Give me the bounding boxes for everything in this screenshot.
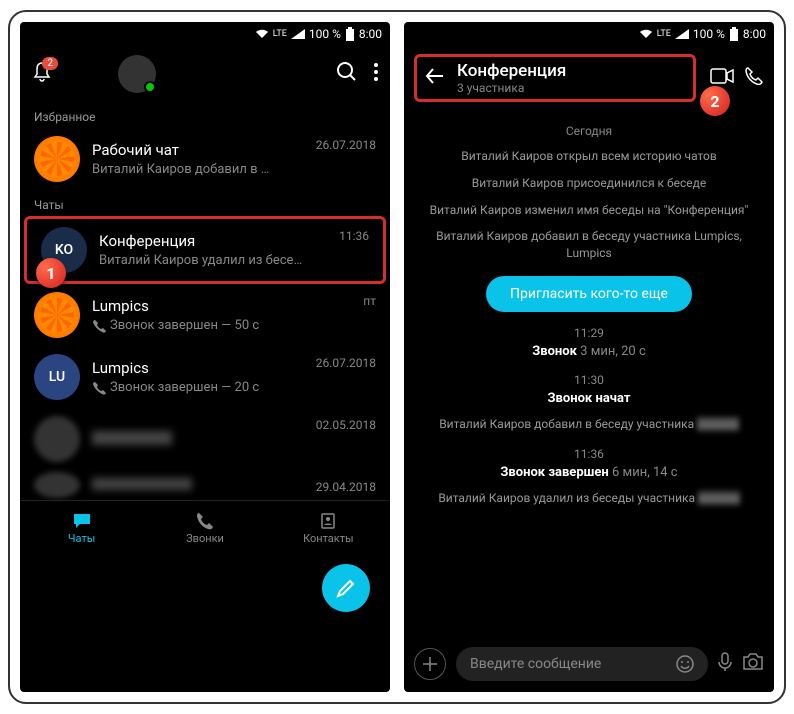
- event-time: 11:30: [420, 373, 758, 387]
- system-message: Виталий Каиров добавил в беседу участник…: [420, 228, 758, 262]
- pencil-icon: [335, 577, 357, 599]
- search-button[interactable]: [336, 61, 358, 87]
- chat-item[interactable]: LU LumpicsЗвонок завершен — 20 с 26.07.2…: [20, 346, 390, 408]
- profile-avatar[interactable]: [118, 55, 156, 93]
- chat-item[interactable]: 29.04.2018: [20, 470, 390, 500]
- camera-button[interactable]: [742, 653, 764, 675]
- event-time: 11:29: [420, 326, 758, 340]
- callout-badge-2: 2: [700, 86, 730, 116]
- conversation-screen: LTE 100 % 8:00 Конференция 3 участника 2…: [404, 22, 774, 692]
- chat-avatar: [34, 416, 80, 462]
- message-list[interactable]: Сегодня Виталий Каиров открыл всем истор…: [404, 110, 774, 636]
- voice-button[interactable]: [718, 652, 732, 676]
- battery-icon: [345, 27, 355, 41]
- audio-call-button[interactable]: [744, 66, 764, 90]
- arrow-left-icon: [425, 68, 445, 84]
- nav-calls[interactable]: Звонки: [143, 501, 266, 556]
- status-bar: LTE 100 % 8:00: [404, 22, 774, 46]
- phone-icon: [196, 512, 214, 530]
- section-favorites: Избранное: [20, 102, 390, 128]
- message-input[interactable]: Введите сообщение: [456, 647, 708, 681]
- more-icon: [374, 63, 378, 81]
- chat-avatar: [34, 472, 80, 498]
- nav-chats[interactable]: Чаты: [20, 501, 143, 556]
- chat-item[interactable]: 02.05.2018: [20, 408, 390, 470]
- system-message: Виталий Каиров открыл всем историю чатов: [420, 148, 758, 165]
- input-bar: Введите сообщение: [404, 636, 774, 692]
- call-event: Звонок завершен 6 мин, 14 с: [420, 465, 758, 480]
- nav-contacts[interactable]: Контакты: [267, 501, 390, 556]
- emoji-icon[interactable]: [676, 655, 694, 673]
- chat-avatar: [34, 136, 80, 182]
- chat-header-title[interactable]: Конференция 3 участника: [457, 61, 685, 95]
- event-time: 11:36: [420, 447, 758, 461]
- chat-icon: [72, 512, 92, 530]
- notification-badge: 2: [42, 57, 58, 70]
- system-message: Виталий Каиров добавил в беседу участник…: [420, 416, 758, 433]
- system-message: Виталий Каиров изменил имя беседы на "Ко…: [420, 202, 758, 219]
- phone-icon: [744, 66, 764, 86]
- mic-icon: [718, 652, 732, 672]
- header-highlight: Конференция 3 участника: [414, 54, 696, 102]
- system-message: Виталий Каиров присоединился к беседе: [420, 175, 758, 192]
- plus-icon: [423, 657, 437, 671]
- more-button[interactable]: [374, 63, 378, 85]
- callout-badge-1: 1: [36, 258, 66, 288]
- back-button[interactable]: [425, 68, 445, 88]
- chat-item-selected[interactable]: KO КонференцияВиталий Каиров удалил из б…: [24, 216, 386, 284]
- system-message: Виталий Каиров удалил из беседы участник…: [420, 490, 758, 507]
- notifications-button[interactable]: 2: [32, 61, 52, 87]
- chat-item[interactable]: LumpicsЗвонок завершен — 50 с пт: [20, 284, 390, 346]
- call-event: Звонок начат: [420, 391, 758, 406]
- presence-indicator: [144, 81, 156, 93]
- video-icon: [710, 68, 734, 84]
- phone-icon: [92, 319, 106, 333]
- compose-fab[interactable]: [322, 564, 370, 612]
- camera-icon: [742, 653, 764, 671]
- call-event: Звонок 3 мин, 20 с: [420, 344, 758, 359]
- chat-item[interactable]: Рабочий чатВиталий Каиров добавил в … 26…: [20, 128, 390, 190]
- date-divider: Сегодня: [420, 124, 758, 138]
- section-chats: Чаты: [20, 190, 390, 216]
- chat-avatar: [34, 292, 80, 338]
- contacts-icon: [319, 512, 337, 530]
- wifi-icon: [255, 29, 269, 39]
- search-icon: [336, 61, 358, 83]
- phone-icon: [92, 381, 106, 395]
- invite-button[interactable]: Пригласить кого-то еще: [486, 276, 692, 312]
- status-bar: LTE 100 % 8:00: [20, 22, 390, 46]
- bottom-nav: Чаты Звонки Контакты: [20, 500, 390, 556]
- signal-icon: [291, 29, 305, 39]
- add-button[interactable]: [414, 648, 446, 680]
- chat-list-screen: LTE 100 % 8:00 2 Избранное Рабочий чатВи…: [20, 22, 390, 692]
- video-call-button[interactable]: [710, 68, 734, 88]
- chat-avatar: LU: [34, 354, 80, 400]
